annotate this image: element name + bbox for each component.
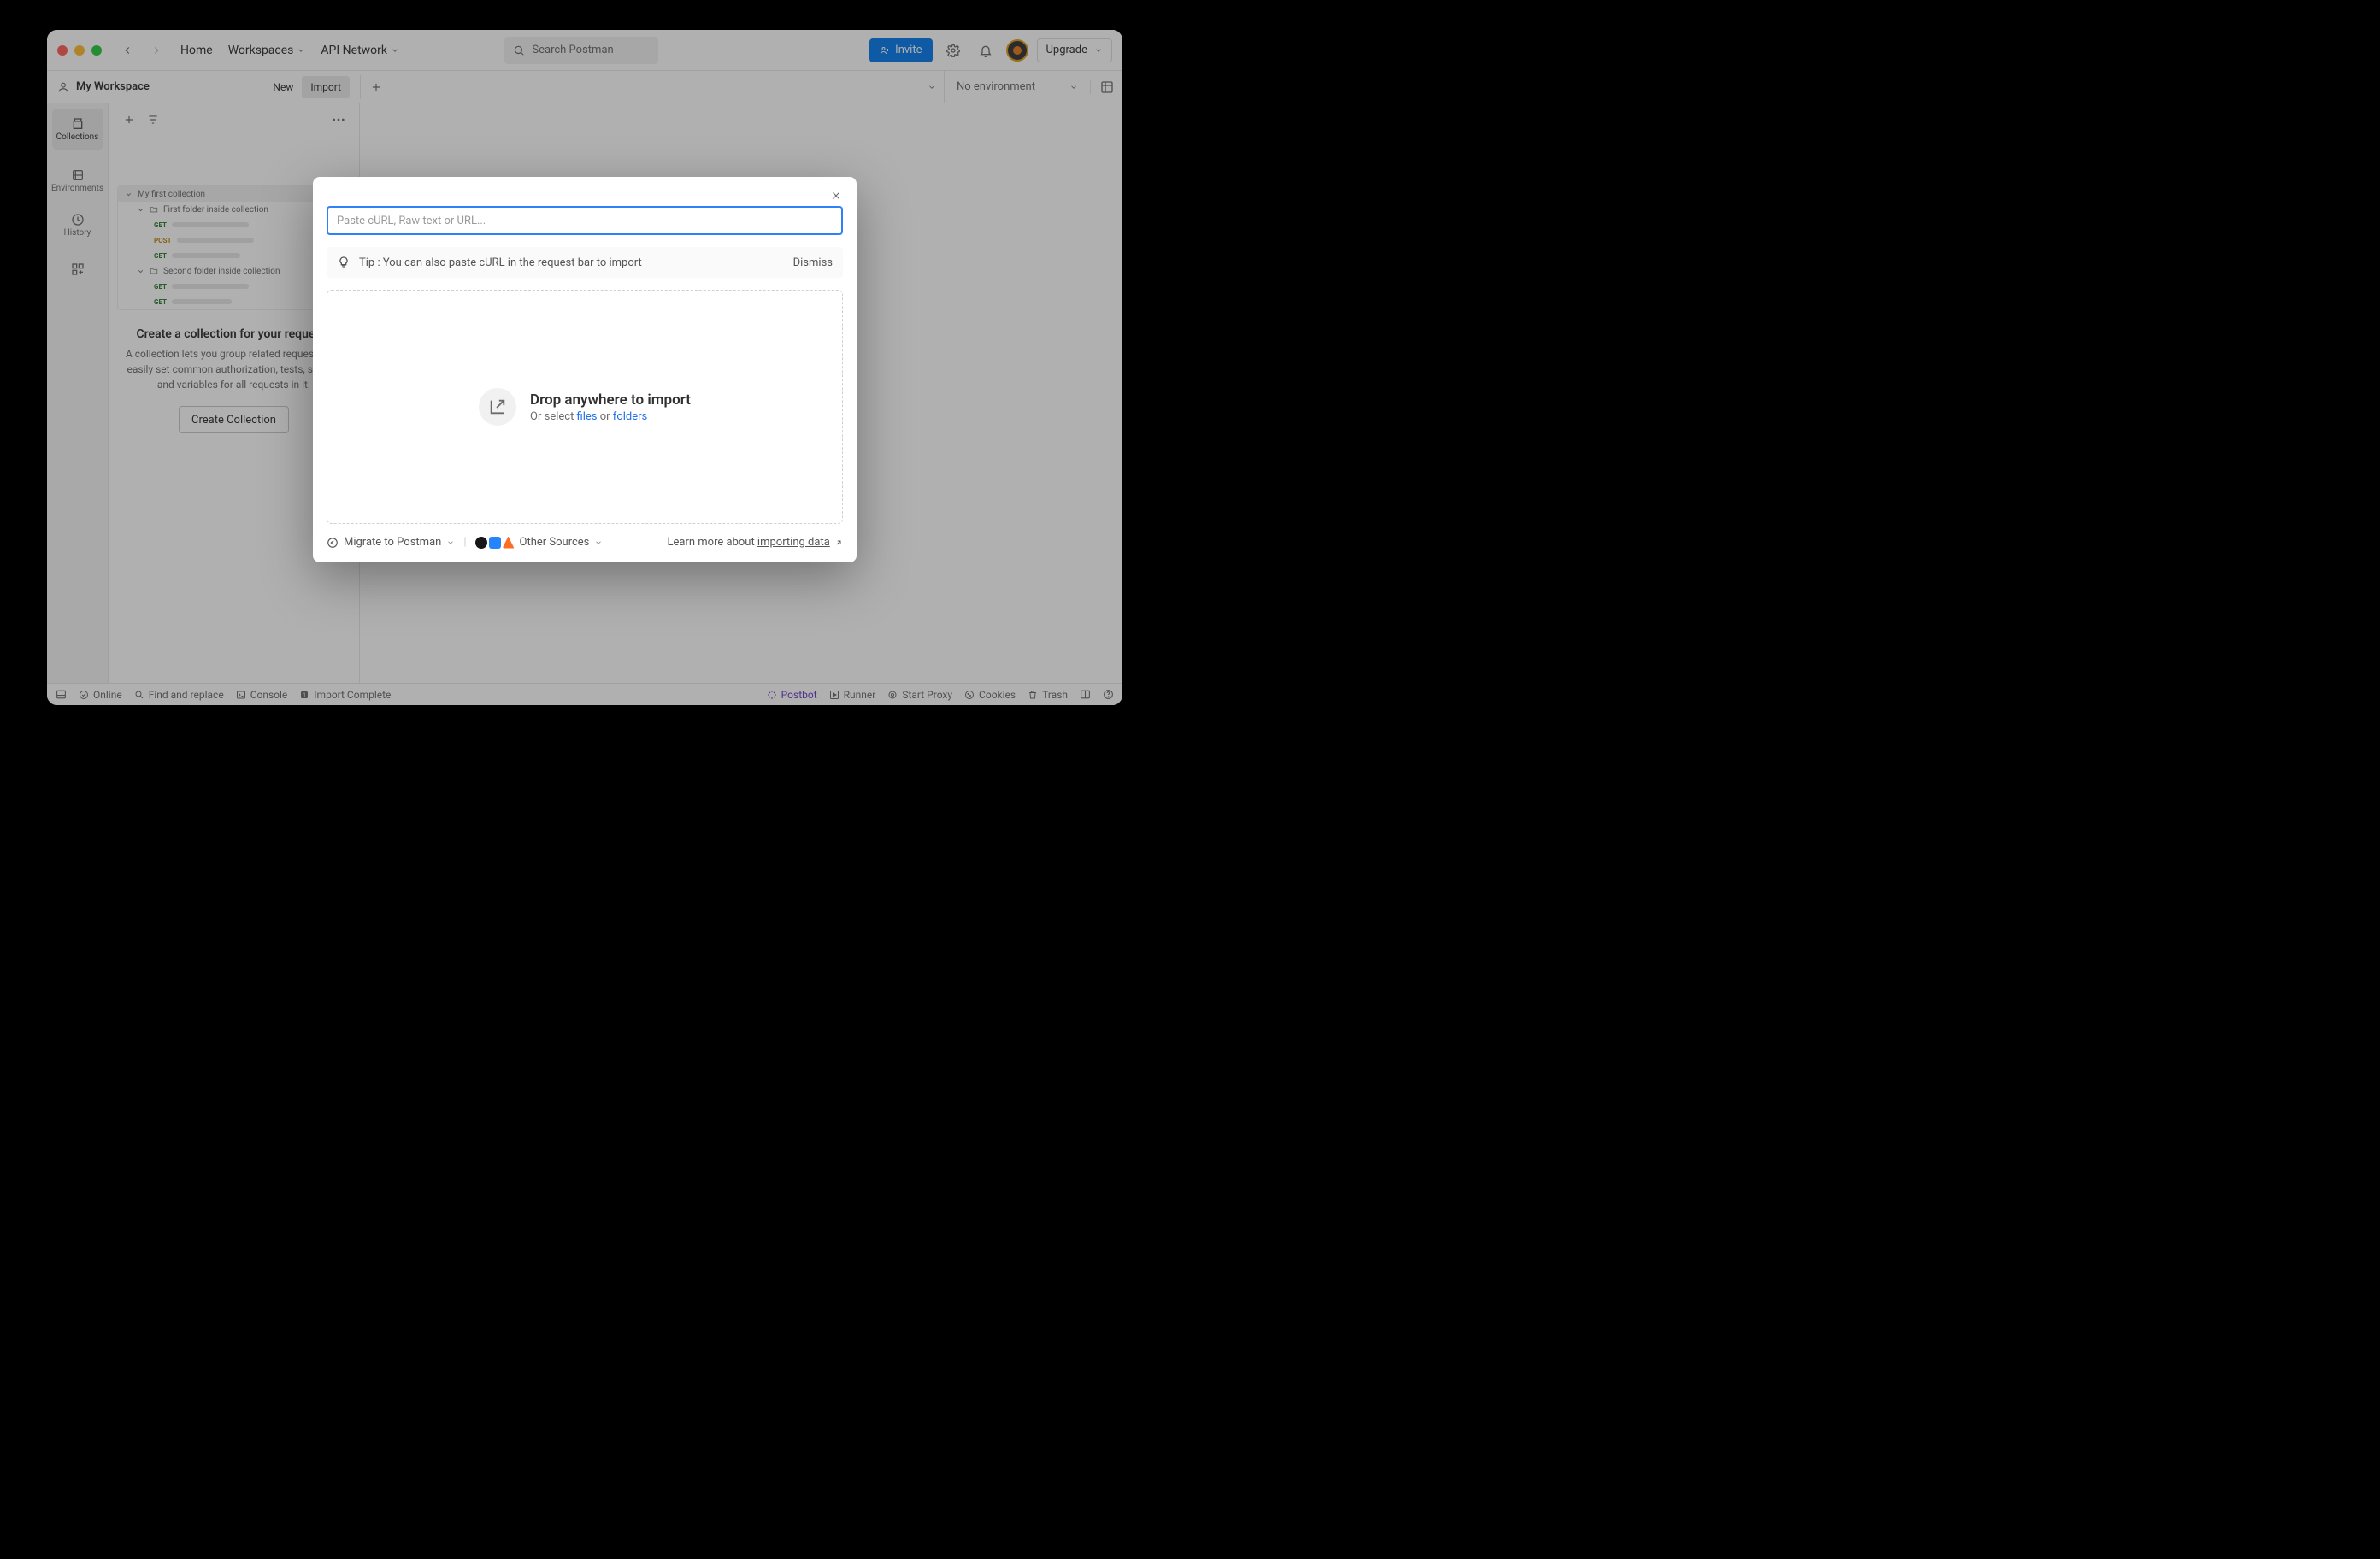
import-modal-footer: Migrate to Postman | Other Sources Learn… <box>327 536 843 549</box>
gitlab-icon <box>503 537 515 549</box>
chevron-down-icon <box>446 538 455 547</box>
external-link-icon <box>834 538 843 547</box>
github-icon <box>475 537 487 549</box>
tip-dismiss-button[interactable]: Dismiss <box>793 256 833 269</box>
dropzone-icon <box>479 388 516 426</box>
chevron-down-icon <box>594 538 603 547</box>
modal-overlay[interactable]: Tip : You can also paste cURL in the req… <box>47 30 1122 705</box>
migrate-icon <box>327 537 339 549</box>
source-logos <box>475 537 515 549</box>
import-modal: Tip : You can also paste cURL in the req… <box>313 177 857 562</box>
import-dropzone[interactable]: Drop anywhere to import Or select files … <box>327 290 843 524</box>
other-sources-label: Other Sources <box>520 536 590 549</box>
dropzone-title: Drop anywhere to import <box>530 391 691 409</box>
separator: | <box>463 536 466 549</box>
lightbulb-icon <box>337 256 351 269</box>
import-text-input[interactable] <box>327 206 843 235</box>
dropzone-subtitle: Or select files or folders <box>530 410 691 423</box>
import-tip-text: Tip : You can also paste cURL in the req… <box>359 256 642 269</box>
app-window: Home Workspaces API Network Search Postm… <box>47 30 1122 705</box>
import-arrow-icon <box>488 397 507 416</box>
other-sources-button[interactable]: Other Sources <box>475 536 604 549</box>
migrate-label: Migrate to Postman <box>344 536 441 549</box>
migrate-to-postman-button[interactable]: Migrate to Postman <box>327 536 455 549</box>
select-folders-link[interactable]: folders <box>613 410 647 423</box>
importing-data-link: importing data <box>757 536 830 549</box>
select-files-link[interactable]: files <box>577 410 598 423</box>
learn-more-link[interactable]: Learn more about importing data <box>668 536 844 549</box>
modal-close-button[interactable] <box>826 185 846 206</box>
import-tip: Tip : You can also paste cURL in the req… <box>327 247 843 278</box>
close-icon <box>830 190 842 202</box>
bitbucket-icon <box>489 537 501 549</box>
